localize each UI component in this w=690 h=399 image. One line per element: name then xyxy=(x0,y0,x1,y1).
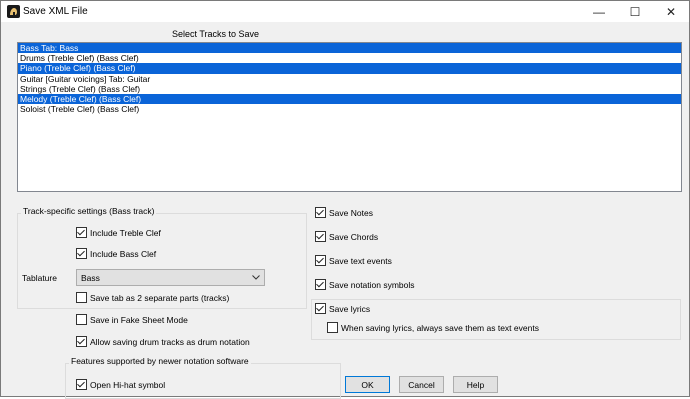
tablature-label: Tablature xyxy=(22,273,57,283)
save-lyrics-checkbox[interactable]: Save lyrics xyxy=(315,303,370,314)
features-title: Features supported by newer notation sof… xyxy=(69,356,251,366)
window-title: Save XML File xyxy=(23,6,88,17)
checkbox-box xyxy=(76,227,87,238)
drum-tracks-label: Allow saving drum tracks as drum notatio… xyxy=(90,336,250,347)
title-bar: Save XML File — ☐ ✕ xyxy=(1,1,689,22)
save-notation-checkbox[interactable]: Save notation symbols xyxy=(315,279,415,290)
save-chords-checkbox[interactable]: Save Chords xyxy=(315,231,378,242)
minimize-button[interactable]: — xyxy=(581,1,617,22)
close-button[interactable]: ✕ xyxy=(653,1,689,22)
checkbox-box xyxy=(315,279,326,290)
include-bass-label: Include Bass Clef xyxy=(90,248,157,259)
track-list-item[interactable]: Strings (Treble Clef) (Bass Clef) xyxy=(18,84,681,94)
save-lyrics-label: Save lyrics xyxy=(329,303,371,314)
app-icon xyxy=(7,5,20,18)
checkbox-box xyxy=(76,336,87,347)
minimize-icon: — xyxy=(593,4,605,19)
track-settings-title: Track-specific settings (Bass track) xyxy=(21,206,157,216)
close-icon: ✕ xyxy=(665,4,677,19)
lyrics-as-text-label: When saving lyrics, always save them as … xyxy=(341,322,539,333)
checkbox-box xyxy=(76,314,87,325)
checkbox-box xyxy=(315,207,326,218)
checkbox-box xyxy=(315,255,326,266)
ok-button[interactable]: OK xyxy=(345,376,390,393)
checkbox-box xyxy=(76,292,87,303)
track-list: Bass Tab: Bass Drums (Treble Clef) (Bass … xyxy=(18,43,681,114)
save-chords-label: Save Chords xyxy=(329,231,379,242)
cancel-button[interactable]: Cancel xyxy=(399,376,444,393)
track-list-item[interactable]: Guitar [Guitar voicings] Tab: Guitar xyxy=(18,74,681,84)
tablature-select[interactable]: Bass xyxy=(76,269,265,286)
open-hihat-checkbox[interactable]: Open Hi-hat symbol xyxy=(76,379,165,390)
help-button[interactable]: Help xyxy=(453,376,498,393)
include-treble-checkbox[interactable]: Include Treble Clef xyxy=(76,227,161,238)
track-list-item[interactable]: Piano (Treble Clef) (Bass Clef) xyxy=(18,63,681,74)
tracks-label: Select Tracks to Save xyxy=(172,29,260,39)
separate-parts-label: Save tab as 2 separate parts (tracks) xyxy=(90,292,230,303)
save-notes-label: Save Notes xyxy=(329,207,373,218)
checkbox-box xyxy=(315,303,326,314)
lyrics-as-text-checkbox[interactable]: When saving lyrics, always save them as … xyxy=(327,322,539,333)
checkbox-box xyxy=(76,248,87,259)
checkbox-box xyxy=(76,379,87,390)
maximize-button[interactable]: ☐ xyxy=(617,1,653,22)
checkbox-box xyxy=(327,322,338,333)
tracks-listbox[interactable]: Bass Tab: Bass Drums (Treble Clef) (Bass … xyxy=(17,42,682,192)
track-list-item[interactable]: Bass Tab: Bass xyxy=(18,43,681,54)
dialog-window: Save XML File — ☐ ✕ Select Tracks to Sav… xyxy=(0,0,690,399)
ok-label: OK xyxy=(361,379,374,390)
save-notation-label: Save notation symbols xyxy=(329,279,415,290)
maximize-icon: ☐ xyxy=(629,4,641,19)
help-label: Help xyxy=(466,379,485,390)
save-text-checkbox[interactable]: Save text events xyxy=(315,255,392,266)
track-list-item[interactable]: Drums (Treble Clef) (Bass Clef) xyxy=(18,53,681,63)
chevron-down-icon xyxy=(252,275,260,280)
checkbox-box xyxy=(315,231,326,242)
include-bass-checkbox[interactable]: Include Bass Clef xyxy=(76,248,156,259)
save-text-label: Save text events xyxy=(329,255,392,266)
fake-sheet-label: Save in Fake Sheet Mode xyxy=(90,314,188,325)
include-treble-label: Include Treble Clef xyxy=(90,227,161,238)
track-list-item[interactable]: Soloist (Treble Clef) (Bass Clef) xyxy=(18,104,681,114)
open-hihat-label: Open Hi-hat symbol xyxy=(90,379,166,390)
drum-tracks-checkbox[interactable]: Allow saving drum tracks as drum notatio… xyxy=(76,336,250,347)
save-notes-checkbox[interactable]: Save Notes xyxy=(315,207,373,218)
separate-parts-checkbox[interactable]: Save tab as 2 separate parts (tracks) xyxy=(76,292,229,303)
track-list-item[interactable]: Melody (Treble Clef) (Bass Clef) xyxy=(18,93,681,105)
tablature-value: Bass xyxy=(81,273,100,283)
cancel-label: Cancel xyxy=(408,379,435,390)
fake-sheet-checkbox[interactable]: Save in Fake Sheet Mode xyxy=(76,314,188,325)
